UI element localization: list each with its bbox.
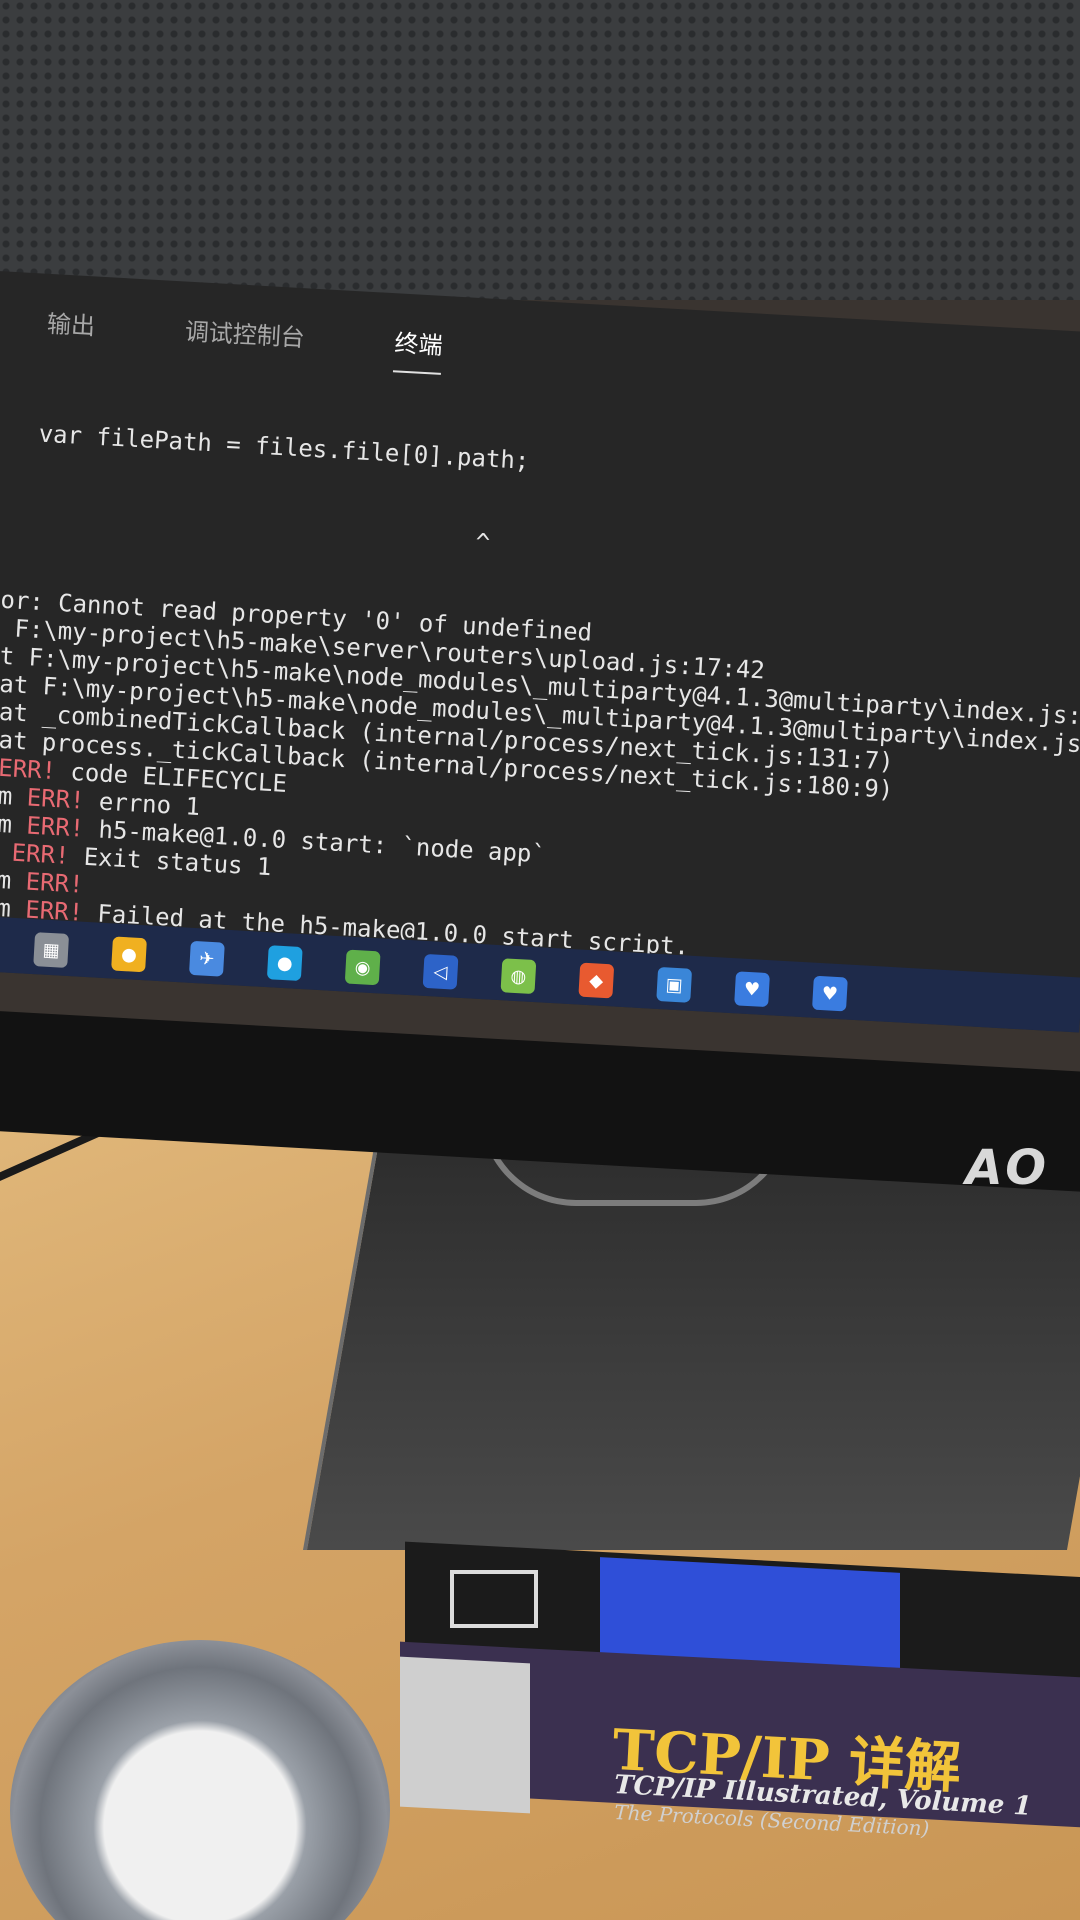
- terminal-screen: 输出 调试控制台 终端 var filePath = files.file[0]…: [0, 270, 1080, 1033]
- npm-prefix: npm: [0, 808, 13, 839]
- publisher-logo-icon: [450, 1570, 538, 1628]
- err-tag: ERR!: [25, 811, 85, 843]
- screen-moire-area: [0, 0, 1080, 300]
- npm-prefix: npm: [0, 976, 11, 1007]
- err-tag: ERR!: [0, 753, 57, 786]
- err-tag: ERR!: [26, 783, 86, 815]
- shield-icon[interactable]: ♥: [734, 971, 770, 1008]
- tab-terminal[interactable]: 终端: [392, 323, 444, 375]
- calculator-icon[interactable]: ▦: [33, 932, 70, 968]
- err-tag: ERR!: [24, 867, 85, 899]
- photo-scene: 输出 调试控制台 终端 var filePath = files.file[0]…: [0, 0, 1080, 1920]
- vscode-icon[interactable]: ◁: [422, 953, 459, 990]
- git-icon[interactable]: ◆: [578, 962, 615, 999]
- err-tag: ERR!: [23, 979, 83, 1011]
- tab-debug-console[interactable]: 调试控制台: [183, 312, 306, 368]
- caret-line: ^: [474, 528, 491, 557]
- code-line: var filePath = files.file[0].path;: [37, 419, 531, 475]
- feather-icon[interactable]: ✈: [188, 940, 225, 977]
- wechat-icon[interactable]: ◍: [500, 958, 537, 995]
- monitor-brand-logo: AO: [965, 1140, 1050, 1196]
- err-tag: ERR!: [10, 838, 71, 870]
- book-spine-light: [400, 1656, 530, 1814]
- android-icon[interactable]: ◉: [344, 949, 381, 986]
- npm-prefix: npm: [0, 864, 13, 895]
- tab-output[interactable]: 输出: [45, 304, 96, 356]
- window-icon[interactable]: ▣: [656, 966, 693, 1003]
- chat-icon[interactable]: ●: [266, 945, 303, 982]
- browser-icon[interactable]: ●: [111, 936, 147, 973]
- shield-icon-2[interactable]: ♥: [812, 975, 848, 1012]
- npm-prefix: npm: [0, 780, 14, 811]
- panel-tabs: 输出 调试控制台 终端: [45, 304, 444, 375]
